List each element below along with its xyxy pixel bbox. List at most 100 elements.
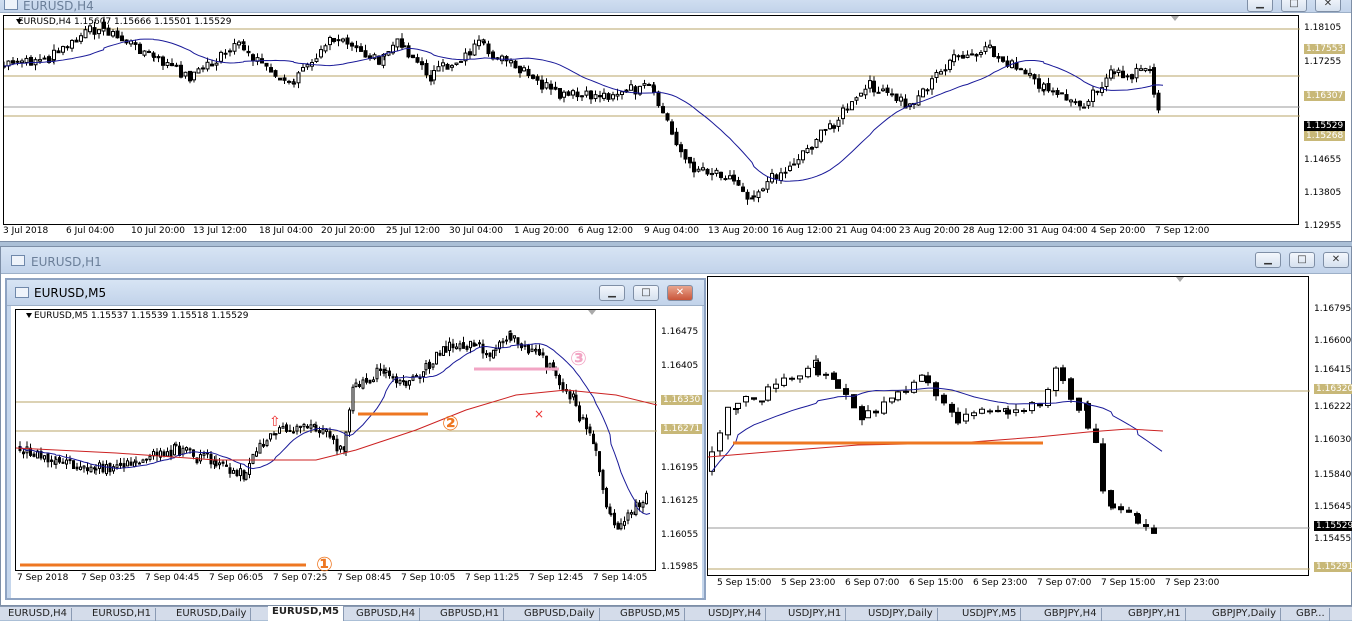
candle — [688, 156, 692, 164]
time-axis-label: 1 Aug 20:00 — [514, 226, 569, 236]
tab-gbpjpy-daily[interactable]: GBPJPY,Daily — [1208, 608, 1281, 621]
price-axis-label: 1.16600 — [1314, 336, 1352, 346]
candle — [351, 386, 355, 412]
candle — [895, 391, 901, 401]
chart-menu-arrow-icon — [26, 313, 32, 318]
candle — [665, 113, 670, 121]
candle — [214, 62, 219, 66]
close-button[interactable]: ✕ — [667, 285, 693, 301]
h4-chart-area[interactable]: EURUSD,H4 1.15607 1.15666 1.15501 1.1552… — [3, 15, 1300, 225]
candle — [221, 461, 225, 464]
tab-eurusd-daily[interactable]: EURUSD,Daily — [172, 608, 252, 621]
candle — [92, 27, 97, 35]
price-axis-label: 1.16307 — [1304, 91, 1346, 101]
candle — [732, 174, 736, 182]
m5-symbol-info: EURUSD,M5 1.15537 1.15539 1.15518 1.1552… — [34, 311, 249, 321]
m5-time-axis: 7 Sep 2018 7 Sep 03:25 7 Sep 04:45 7 Sep 06… — [15, 572, 656, 586]
minimize-button[interactable]: ▁ — [1255, 252, 1281, 268]
candle — [56, 50, 61, 54]
tab-gbpusd-h4[interactable]: GBPUSD,H4 — [352, 608, 421, 621]
window-title-bar[interactable]: EURUSD,H4 ▁ □ ✕ — [0, 0, 1351, 13]
tab-usdjpy-daily[interactable]: USDJPY,Daily — [864, 608, 938, 621]
candle — [79, 466, 82, 471]
candle — [781, 377, 787, 386]
minimize-button[interactable]: ▁ — [1247, 0, 1273, 12]
candle — [61, 46, 65, 53]
tab-gbpjpy-h1[interactable]: GBPJPY,H1 — [1124, 608, 1186, 621]
window-eurusd-h4[interactable]: EURUSD,H4 ▁ □ ✕ EURUSD,H4 1.15607 1.1566… — [0, 0, 1352, 242]
candle — [178, 445, 181, 456]
candle — [765, 386, 771, 401]
tab-eurusd-h1[interactable]: EURUSD,H1 — [88, 608, 157, 621]
candle — [1130, 74, 1134, 80]
tab-gbp-[interactable]: GBP... — [1292, 608, 1330, 621]
candle — [656, 91, 661, 106]
tab-eurusd-m5[interactable]: EURUSD,M5 — [268, 606, 344, 621]
candle — [983, 46, 988, 52]
candle — [281, 425, 285, 429]
tab-gbpusd-h1[interactable]: GBPUSD,H1 — [436, 608, 505, 621]
candle — [1091, 89, 1095, 102]
tab-gbpusd-daily[interactable]: GBPUSD,Daily — [520, 608, 600, 621]
h4-time-axis: 3 Jul 2018 6 Jul 04:00 10 Jul 20:00 13 Jul … — [3, 225, 1299, 239]
candle — [242, 44, 246, 51]
maximize-button[interactable]: □ — [1281, 0, 1307, 12]
candle — [105, 464, 108, 475]
candle — [273, 70, 278, 77]
window-title-bar[interactable]: EURUSD,H1 ▁ □ ✕ — [1, 247, 1351, 274]
candle — [549, 83, 553, 90]
candle — [859, 406, 865, 421]
m5-chart-area[interactable]: ⇧ × EURUSD,M5 1.15537 1.15539 1.15518 1.1… — [15, 309, 657, 576]
close-button[interactable]: ✕ — [1323, 252, 1349, 268]
time-axis-label: 6 Sep 07:00 — [845, 578, 900, 588]
price-axis-label: 1.16055 — [661, 530, 699, 540]
candle — [561, 382, 565, 392]
candle — [774, 174, 779, 180]
price-axis-label: 1.16125 — [661, 496, 699, 506]
candle — [728, 175, 732, 180]
candle — [359, 46, 363, 52]
candle — [850, 101, 854, 111]
candle — [305, 64, 310, 68]
minimize-button[interactable]: ▁ — [599, 285, 625, 301]
candle — [534, 349, 538, 352]
tab-gbpjpy-h4[interactable]: GBPJPY,H4 — [1040, 608, 1102, 621]
tab-usdjpy-h4[interactable]: USDJPY,H4 — [704, 608, 767, 621]
tab-usdjpy-h1[interactable]: USDJPY,H1 — [784, 608, 847, 621]
candle — [606, 93, 611, 100]
window-eurusd-m5[interactable]: EURUSD,M5 ▁ □ ✕ ⇧ × EURUSD,M5 1.15537 1.1… — [5, 278, 706, 600]
candle — [462, 342, 465, 349]
tab-usdjpy-m5[interactable]: USDJPY,M5 — [958, 608, 1022, 621]
candle — [741, 186, 745, 192]
candle — [1121, 70, 1125, 79]
window-title: EURUSD,H4 — [23, 0, 94, 13]
candle — [789, 377, 795, 380]
window-title-bar[interactable]: EURUSD,M5 ▁ □ ✕ — [7, 280, 704, 306]
candle — [459, 60, 463, 63]
candle — [138, 43, 142, 55]
candle — [1152, 67, 1156, 95]
maximize-button[interactable]: □ — [1289, 252, 1315, 268]
close-button[interactable]: ✕ — [1315, 0, 1341, 12]
candle — [237, 41, 241, 46]
m5-price-axis: 1.16475 1.16405 1.16330 1.16271 1.16195 1.161… — [657, 309, 703, 572]
h1-chart-area[interactable] — [707, 276, 1310, 576]
moving-average-line — [4, 38, 1164, 182]
candle — [751, 397, 757, 400]
candle — [181, 447, 185, 455]
candle — [580, 95, 584, 98]
tab-eurusd-h4[interactable]: EURUSD,H4 — [4, 608, 73, 621]
price-axis-label: 1.18105 — [1304, 23, 1342, 33]
candle — [348, 409, 351, 433]
candle — [269, 67, 273, 73]
candle — [1112, 71, 1116, 75]
candle — [1078, 100, 1082, 107]
time-axis-label: 9 Aug 04:00 — [644, 226, 699, 236]
tab-gbpusd-m5[interactable]: GBPUSD,M5 — [616, 608, 686, 621]
candle — [828, 123, 832, 130]
maximize-button[interactable]: □ — [633, 285, 659, 301]
candle — [705, 168, 710, 175]
candle — [572, 393, 575, 398]
candle — [301, 66, 305, 72]
candle — [611, 94, 615, 100]
